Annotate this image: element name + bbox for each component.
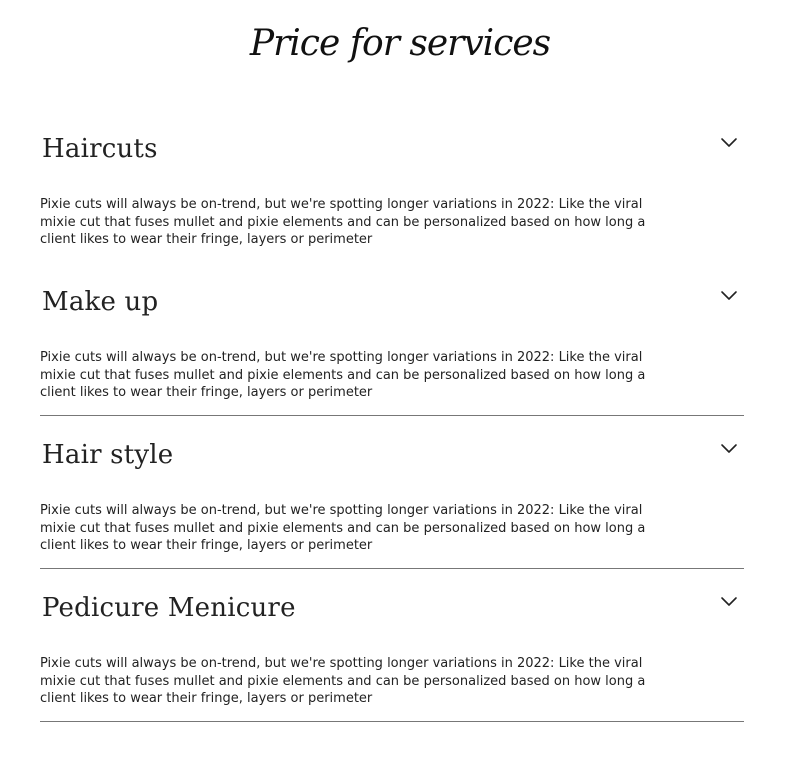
accordion-item-description: Pixie cuts will always be on-trend, but … [40,656,646,706]
chevron-down-icon[interactable] [718,440,740,458]
chevron-down-icon[interactable] [718,134,740,152]
accordion-item-hair-style: Hair style Pixie cuts will always be on-… [40,416,744,569]
accordion-item-haircuts: Haircuts Pixie cuts will always be on-tr… [40,110,744,263]
accordion-item-description: Pixie cuts will always be on-trend, but … [40,197,646,247]
accordion-item-title[interactable]: Pedicure Menicure [42,590,296,626]
accordion-item-pedicure-menicure: Pedicure Menicure Pixie cuts will always… [40,569,744,722]
chevron-down-icon[interactable] [718,593,740,611]
accordion-item-title[interactable]: Make up [42,284,158,320]
accordion-item-description: Pixie cuts will always be on-trend, but … [40,350,646,400]
accordion-item-title[interactable]: Hair style [42,437,173,473]
accordion-item-make-up: Make up Pixie cuts will always be on-tre… [40,263,744,416]
accordion-item-title[interactable]: Haircuts [42,131,158,167]
page-title: Price for services [249,23,551,64]
services-accordion: Haircuts Pixie cuts will always be on-tr… [40,110,744,722]
accordion-item-description: Pixie cuts will always be on-trend, but … [40,503,646,553]
chevron-down-icon[interactable] [718,287,740,305]
